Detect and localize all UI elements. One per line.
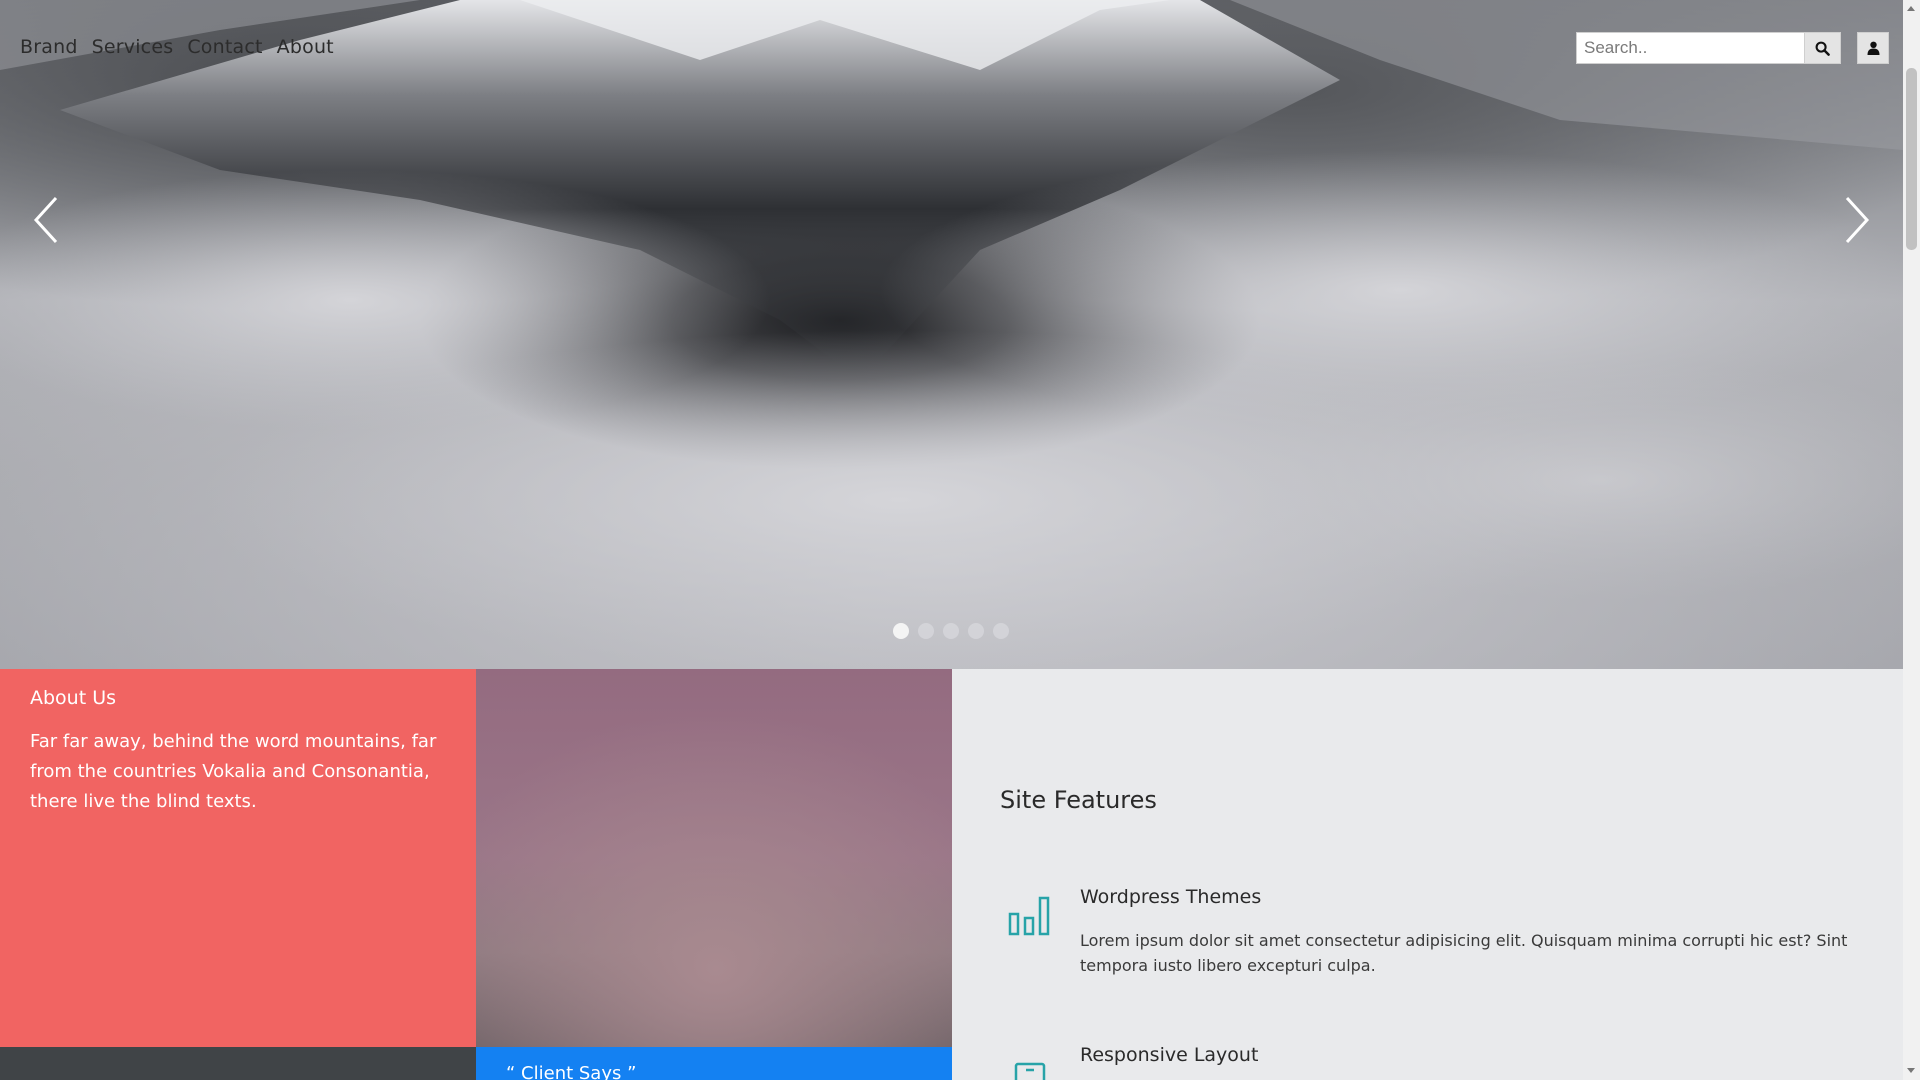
chevron-right-icon[interactable]	[1835, 190, 1875, 250]
scroll-up-arrow[interactable]	[1907, 6, 1915, 11]
mobile-device-icon	[1014, 1062, 1046, 1080]
search-input[interactable]	[1576, 32, 1805, 64]
hero-carousel: Brand Services Contact About	[0, 0, 1903, 669]
page-scrollbar[interactable]	[1903, 0, 1920, 1080]
search-button[interactable]	[1805, 32, 1841, 64]
nav-about[interactable]: About	[277, 36, 334, 58]
user-icon	[1867, 41, 1879, 55]
feature-text: Lorem ipsum dolor sit amet consectetur a…	[1080, 931, 1848, 975]
scroll-thumb[interactable]	[1906, 68, 1917, 250]
client-says-label: “ Client Says ”	[506, 1063, 637, 1080]
client-says-panel: “ Client Says ”	[476, 1047, 952, 1080]
about-title: About Us	[30, 687, 117, 709]
carousel-indicators	[893, 623, 1009, 639]
nav-contact[interactable]: Contact	[187, 36, 262, 58]
search-form	[1576, 32, 1841, 64]
about-section: About Us Far far away, behind the word m…	[0, 669, 476, 1047]
dark-panel	[0, 1047, 476, 1080]
search-icon	[1815, 41, 1830, 56]
main-nav: Brand Services Contact About	[20, 36, 334, 58]
feature-item: Wordpress Themes Lorem ipsum dolor sit a…	[1000, 886, 1860, 978]
about-text: Far far away, behind the word mountains,…	[30, 731, 437, 812]
feature-title: Responsive Layout	[1080, 1044, 1259, 1066]
nav-services[interactable]: Services	[92, 36, 174, 58]
features-title: Site Features	[1000, 786, 1157, 814]
mountain-image	[0, 0, 1903, 669]
carousel-dot[interactable]	[893, 623, 909, 639]
user-button[interactable]	[1857, 32, 1889, 64]
scroll-down-arrow[interactable]	[1907, 1068, 1915, 1073]
decorative-photo	[476, 669, 952, 1047]
bar-chart-icon	[1008, 896, 1050, 936]
carousel-dot[interactable]	[993, 623, 1009, 639]
carousel-dot[interactable]	[918, 623, 934, 639]
feature-item: Responsive Layout	[1000, 1044, 1860, 1080]
features-section: Site Features Wordpress Themes Lorem ips…	[952, 669, 1903, 1080]
nav-brand[interactable]: Brand	[20, 36, 78, 58]
carousel-dot[interactable]	[968, 623, 984, 639]
chevron-left-icon[interactable]	[28, 190, 68, 250]
feature-title: Wordpress Themes	[1080, 886, 1262, 908]
carousel-dot[interactable]	[943, 623, 959, 639]
